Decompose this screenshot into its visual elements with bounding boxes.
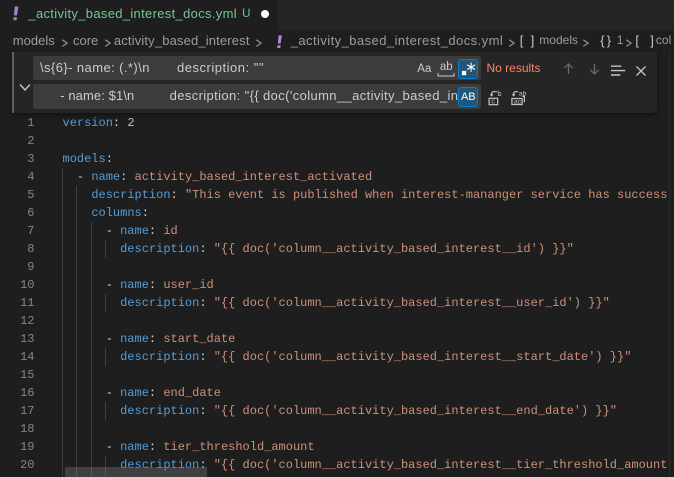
svg-text:c: c [491,96,495,105]
svg-text:b: b [497,90,501,98]
svg-text:ac: ac [514,98,522,105]
